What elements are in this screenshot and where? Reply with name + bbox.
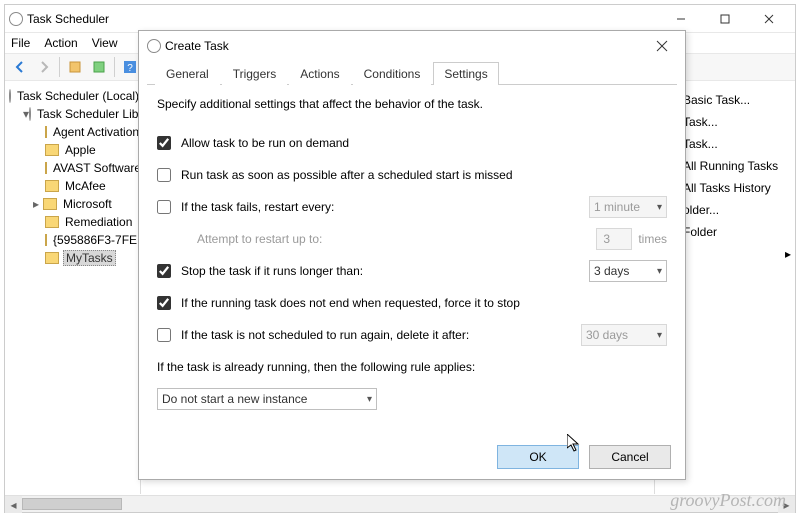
scheduler-icon bbox=[9, 89, 11, 103]
tree-item[interactable]: Remediation bbox=[5, 213, 140, 231]
dialog-close-button[interactable] bbox=[647, 31, 677, 61]
chevron-down-icon: ▾ bbox=[657, 202, 662, 213]
run-asap-checkbox[interactable] bbox=[157, 168, 171, 182]
tree-item[interactable]: Agent Activation bbox=[5, 123, 140, 141]
setting-attempts: Attempt to restart up to: 3 times bbox=[157, 225, 667, 253]
navigation-tree[interactable]: Task Scheduler (Local) ▾ Task Scheduler … bbox=[5, 83, 141, 494]
allow-demand-checkbox[interactable] bbox=[157, 136, 171, 150]
chevron-down-icon: ▾ bbox=[367, 394, 372, 405]
rule-label: If the task is already running, then the… bbox=[157, 360, 475, 374]
tree-item[interactable]: {595886F3-7FE...} bbox=[5, 231, 140, 249]
restart-label: If the task fails, restart every: bbox=[181, 200, 589, 214]
app-title: Task Scheduler bbox=[27, 12, 109, 26]
dialog-title: Create Task bbox=[165, 39, 229, 53]
tab-conditions[interactable]: Conditions bbox=[353, 62, 432, 85]
toolbar-action-1[interactable] bbox=[64, 56, 86, 78]
tab-strip: General Triggers Actions Conditions Sett… bbox=[147, 61, 677, 85]
toolbar-action-2[interactable] bbox=[88, 56, 110, 78]
setting-delete-after: If the task is not scheduled to run agai… bbox=[157, 321, 667, 349]
force-stop-label: If the running task does not end when re… bbox=[181, 296, 667, 310]
toolbar-separator bbox=[114, 57, 115, 77]
delete-after-combo: 30 days ▾ bbox=[581, 324, 667, 346]
folder-icon bbox=[43, 198, 57, 210]
tree-root[interactable]: Task Scheduler (Local) bbox=[5, 87, 140, 105]
folder-icon bbox=[45, 216, 59, 228]
dialog-icon bbox=[147, 39, 161, 53]
maximize-button[interactable] bbox=[703, 5, 747, 33]
attempts-label: Attempt to restart up to: bbox=[197, 232, 596, 246]
cancel-button[interactable]: Cancel bbox=[589, 445, 671, 469]
app-icon bbox=[9, 12, 23, 26]
minimize-button[interactable] bbox=[659, 5, 703, 33]
setting-force-stop: If the running task does not end when re… bbox=[157, 289, 667, 317]
scheduler-icon bbox=[29, 107, 31, 121]
tab-triggers[interactable]: Triggers bbox=[222, 62, 288, 85]
stop-if-longer-label: Stop the task if it runs longer than: bbox=[181, 264, 589, 278]
tree-root-label: Task Scheduler (Local) bbox=[15, 89, 141, 103]
nav-back-button[interactable] bbox=[9, 56, 31, 78]
tree-item[interactable]: AVAST Software bbox=[5, 159, 140, 177]
create-task-dialog: Create Task General Triggers Actions Con… bbox=[138, 30, 686, 480]
menu-file[interactable]: File bbox=[11, 36, 30, 50]
force-stop-checkbox[interactable] bbox=[157, 296, 171, 310]
main-titlebar: Task Scheduler bbox=[5, 5, 795, 33]
toolbar-separator bbox=[59, 57, 60, 77]
ok-button[interactable]: OK bbox=[497, 445, 579, 469]
dialog-titlebar: Create Task bbox=[139, 31, 685, 61]
allow-demand-label: Allow task to be run on demand bbox=[181, 136, 667, 150]
folder-icon bbox=[45, 126, 47, 138]
setting-allow-demand: Allow task to be run on demand bbox=[157, 129, 667, 157]
rule-combo-row: Do not start a new instance ▾ bbox=[157, 385, 667, 413]
tab-actions[interactable]: Actions bbox=[289, 62, 350, 85]
folder-icon bbox=[45, 180, 59, 192]
scroll-thumb[interactable] bbox=[22, 498, 122, 510]
svg-text:?: ? bbox=[127, 63, 133, 74]
nav-forward-button[interactable] bbox=[33, 56, 55, 78]
setting-restart: If the task fails, restart every: 1 minu… bbox=[157, 193, 667, 221]
setting-stop-if-longer: Stop the task if it runs longer than: 3 … bbox=[157, 257, 667, 285]
settings-instruction: Specify additional settings that affect … bbox=[157, 97, 667, 111]
attempts-input: 3 bbox=[596, 228, 632, 250]
tree-item-selected[interactable]: MyTasks bbox=[5, 249, 140, 267]
folder-icon bbox=[45, 162, 47, 174]
stop-if-longer-checkbox[interactable] bbox=[157, 264, 171, 278]
tab-settings[interactable]: Settings bbox=[433, 62, 498, 85]
chevron-right-icon: ▸ bbox=[785, 247, 791, 261]
setting-run-asap: Run task as soon as possible after a sch… bbox=[157, 161, 667, 189]
menu-action[interactable]: Action bbox=[44, 36, 77, 50]
caret-right-icon[interactable]: ▸ bbox=[33, 197, 43, 211]
close-button[interactable] bbox=[747, 5, 791, 33]
watermark: groovyPost.com bbox=[670, 490, 786, 511]
tree-item[interactable]: Apple bbox=[5, 141, 140, 159]
folder-icon bbox=[45, 234, 47, 246]
stop-duration-combo[interactable]: 3 days ▾ bbox=[589, 260, 667, 282]
tree-item[interactable]: McAfee bbox=[5, 177, 140, 195]
chevron-down-icon: ▾ bbox=[657, 266, 662, 277]
folder-icon bbox=[45, 144, 59, 156]
delete-after-label: If the task is not scheduled to run agai… bbox=[181, 328, 581, 342]
scroll-left-arrow[interactable]: ◂ bbox=[5, 496, 22, 513]
tree-library-label: Task Scheduler Library bbox=[35, 107, 141, 121]
tree-item[interactable]: ▸Microsoft bbox=[5, 195, 140, 213]
dialog-body: Specify additional settings that affect … bbox=[139, 85, 685, 429]
menu-view[interactable]: View bbox=[92, 36, 118, 50]
restart-interval-combo: 1 minute ▾ bbox=[589, 196, 667, 218]
running-rule-combo[interactable]: Do not start a new instance ▾ bbox=[157, 388, 377, 410]
delete-after-checkbox[interactable] bbox=[157, 328, 171, 342]
chevron-down-icon: ▾ bbox=[657, 330, 662, 341]
folder-icon bbox=[45, 252, 59, 264]
run-asap-label: Run task as soon as possible after a sch… bbox=[181, 168, 667, 182]
attempts-unit: times bbox=[638, 232, 667, 246]
dialog-footer: OK Cancel bbox=[497, 445, 671, 469]
tab-general[interactable]: General bbox=[155, 62, 220, 85]
tree-library[interactable]: ▾ Task Scheduler Library bbox=[5, 105, 140, 123]
restart-checkbox[interactable] bbox=[157, 200, 171, 214]
rule-label-row: If the task is already running, then the… bbox=[157, 353, 667, 381]
